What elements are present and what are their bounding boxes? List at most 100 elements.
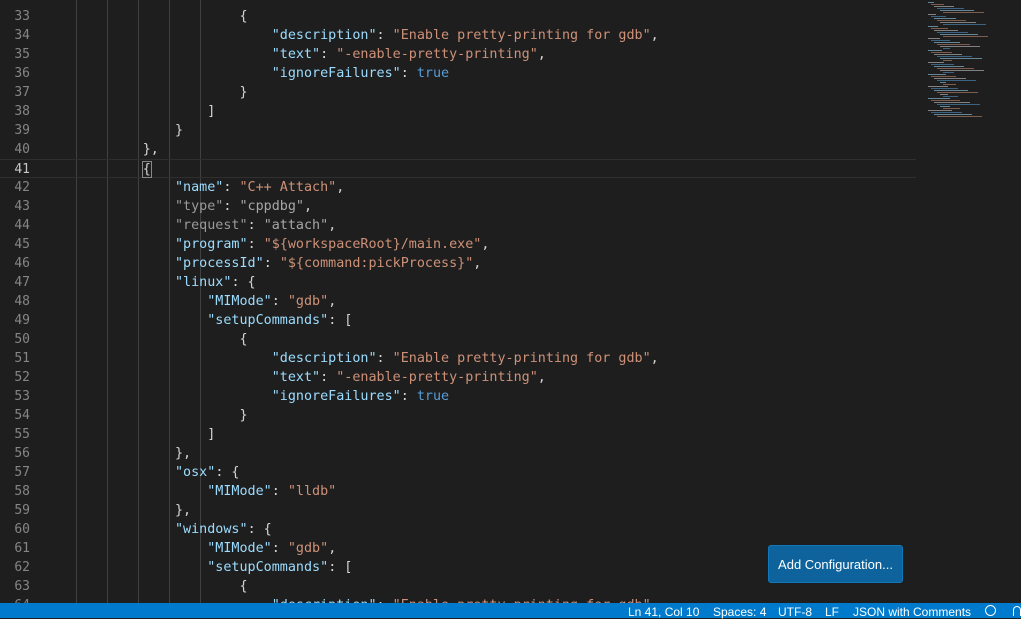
code-line[interactable]: 36 "ignoreFailures": true (0, 64, 916, 83)
code-text[interactable]: "description": "Enable pretty-printing f… (46, 349, 659, 368)
line-ending-setting[interactable]: LF (825, 605, 839, 619)
line-number: 56 (14, 446, 30, 461)
code-editor[interactable]: 33 {34 "description": "Enable pretty-pri… (0, 0, 1021, 603)
code-line[interactable]: 47 "linux": { (0, 273, 916, 292)
code-line[interactable]: 55 ] (0, 425, 916, 444)
code-text[interactable]: "linux": { (46, 273, 256, 292)
code-text[interactable]: { (46, 577, 247, 596)
line-number: 63 (14, 579, 30, 594)
code-text[interactable]: }, (46, 444, 191, 463)
code-text[interactable]: "type": "cppdbg", (46, 197, 312, 216)
minimap-line (928, 14, 936, 15)
code-line[interactable]: 53 "ignoreFailures": true (0, 387, 916, 406)
encoding-setting[interactable]: UTF-8 (778, 605, 812, 619)
minimap-line (928, 74, 946, 75)
code-line[interactable]: 39 } (0, 121, 916, 140)
code-text[interactable]: "name": "C++ Attach", (46, 178, 344, 197)
line-number: 46 (14, 256, 30, 271)
code-text[interactable]: ] (46, 425, 215, 444)
code-text[interactable]: "description": "Enable pretty-printing f… (46, 596, 659, 603)
code-text[interactable]: "text": "-enable-pretty-printing", (46, 368, 546, 387)
minimap-line (940, 58, 982, 59)
code-text[interactable]: "MIMode": "gdb", (46, 292, 336, 311)
minimap-line (937, 104, 980, 105)
minimap-line (937, 20, 966, 21)
code-line[interactable]: 59 }, (0, 501, 916, 520)
line-number: 54 (14, 408, 30, 423)
code-line[interactable]: 49 "setupCommands": [ (0, 311, 916, 330)
code-line[interactable]: 51 "description": "Enable pretty-printin… (0, 349, 916, 368)
indentation-setting[interactable]: Spaces: 4 (713, 605, 766, 619)
code-text[interactable]: { (46, 330, 247, 349)
minimap[interactable] (916, 0, 1021, 603)
code-text[interactable]: } (46, 406, 247, 425)
code-text[interactable]: "request": "attach", (46, 216, 336, 235)
code-line[interactable]: 54 } (0, 406, 916, 425)
code-line[interactable]: 56 }, (0, 444, 916, 463)
code-line[interactable]: 38 ] (0, 102, 916, 121)
code-text[interactable]: "osx": { (46, 463, 240, 482)
code-text[interactable]: "setupCommands": [ (46, 311, 352, 330)
code-line[interactable]: 48 "MIMode": "gdb", (0, 292, 916, 311)
code-line[interactable]: 44 "request": "attach", (0, 216, 916, 235)
code-line[interactable]: 35 "text": "-enable-pretty-printing", (0, 45, 916, 64)
code-text[interactable]: "text": "-enable-pretty-printing", (46, 45, 546, 64)
code-line[interactable]: 60 "windows": { (0, 520, 916, 539)
minimap-line (928, 98, 950, 99)
code-text[interactable]: ] (46, 102, 215, 121)
minimap-line (940, 10, 974, 11)
line-number: 36 (14, 66, 30, 81)
code-line[interactable]: 42 "name": "C++ Attach", (0, 178, 916, 197)
minimap-line (937, 56, 972, 57)
minimap-line (931, 40, 950, 41)
minimap-line (931, 4, 944, 5)
code-text[interactable]: "program": "${workspaceRoot}/main.exe", (46, 235, 489, 254)
code-text[interactable]: "ignoreFailures": true (46, 387, 449, 406)
code-text[interactable]: "MIMode": "gdb", (46, 539, 336, 558)
code-text[interactable]: { (46, 7, 247, 26)
line-number: 33 (14, 9, 30, 24)
code-line[interactable]: 46 "processId": "${command:pickProcess}"… (0, 254, 916, 273)
code-line[interactable]: 37 } (0, 83, 916, 102)
code-line[interactable]: 34 "description": "Enable pretty-printin… (0, 26, 916, 45)
code-text[interactable]: "processId": "${command:pickProcess}", (46, 254, 481, 273)
minimap-line (943, 72, 954, 73)
line-number: 57 (14, 465, 30, 480)
code-line[interactable]: 33 { (0, 7, 916, 26)
line-number: 38 (14, 104, 30, 119)
code-line[interactable]: 45 "program": "${workspaceRoot}/main.exe… (0, 235, 916, 254)
code-line[interactable]: 43 "type": "cppdbg", (0, 197, 916, 216)
code-line[interactable]: 64 "description": "Enable pretty-printin… (0, 596, 916, 603)
minimap-line (937, 92, 978, 93)
line-number: 35 (14, 47, 30, 62)
code-text[interactable]: "setupCommands": [ (46, 558, 352, 577)
minimap-line (931, 28, 948, 29)
code-text[interactable]: { (46, 160, 152, 179)
cursor-position[interactable]: Ln 41, Col 10 (628, 605, 699, 619)
minimap-line (937, 80, 976, 81)
code-line[interactable]: 50 { (0, 330, 916, 349)
code-line[interactable]: 41 { (0, 159, 916, 178)
code-line[interactable]: 40 }, (0, 140, 916, 159)
minimap-line (937, 32, 968, 33)
minimap-line (928, 110, 952, 111)
code-text[interactable]: } (46, 83, 247, 102)
code-text[interactable]: }, (46, 140, 159, 159)
code-text[interactable]: } (46, 121, 183, 140)
code-text[interactable]: "windows": { (46, 520, 272, 539)
code-line[interactable]: 58 "MIMode": "lldb" (0, 482, 916, 501)
minimap-line (943, 84, 956, 85)
code-line[interactable]: 52 "text": "-enable-pretty-printing", (0, 368, 916, 387)
line-number: 47 (14, 275, 30, 290)
add-configuration-button[interactable]: Add Configuration... (768, 545, 903, 583)
code-text[interactable]: "MIMode": "lldb" (46, 482, 336, 501)
code-text[interactable]: }, (46, 501, 191, 520)
smiley-icon[interactable] (985, 605, 996, 616)
bell-icon[interactable] (1013, 606, 1021, 616)
minimap-line (928, 2, 934, 3)
language-mode[interactable]: JSON with Comments (853, 605, 971, 619)
code-text[interactable]: "description": "Enable pretty-printing f… (46, 26, 659, 45)
minimap-line (943, 36, 988, 37)
code-line[interactable]: 57 "osx": { (0, 463, 916, 482)
code-text[interactable]: "ignoreFailures": true (46, 64, 449, 83)
